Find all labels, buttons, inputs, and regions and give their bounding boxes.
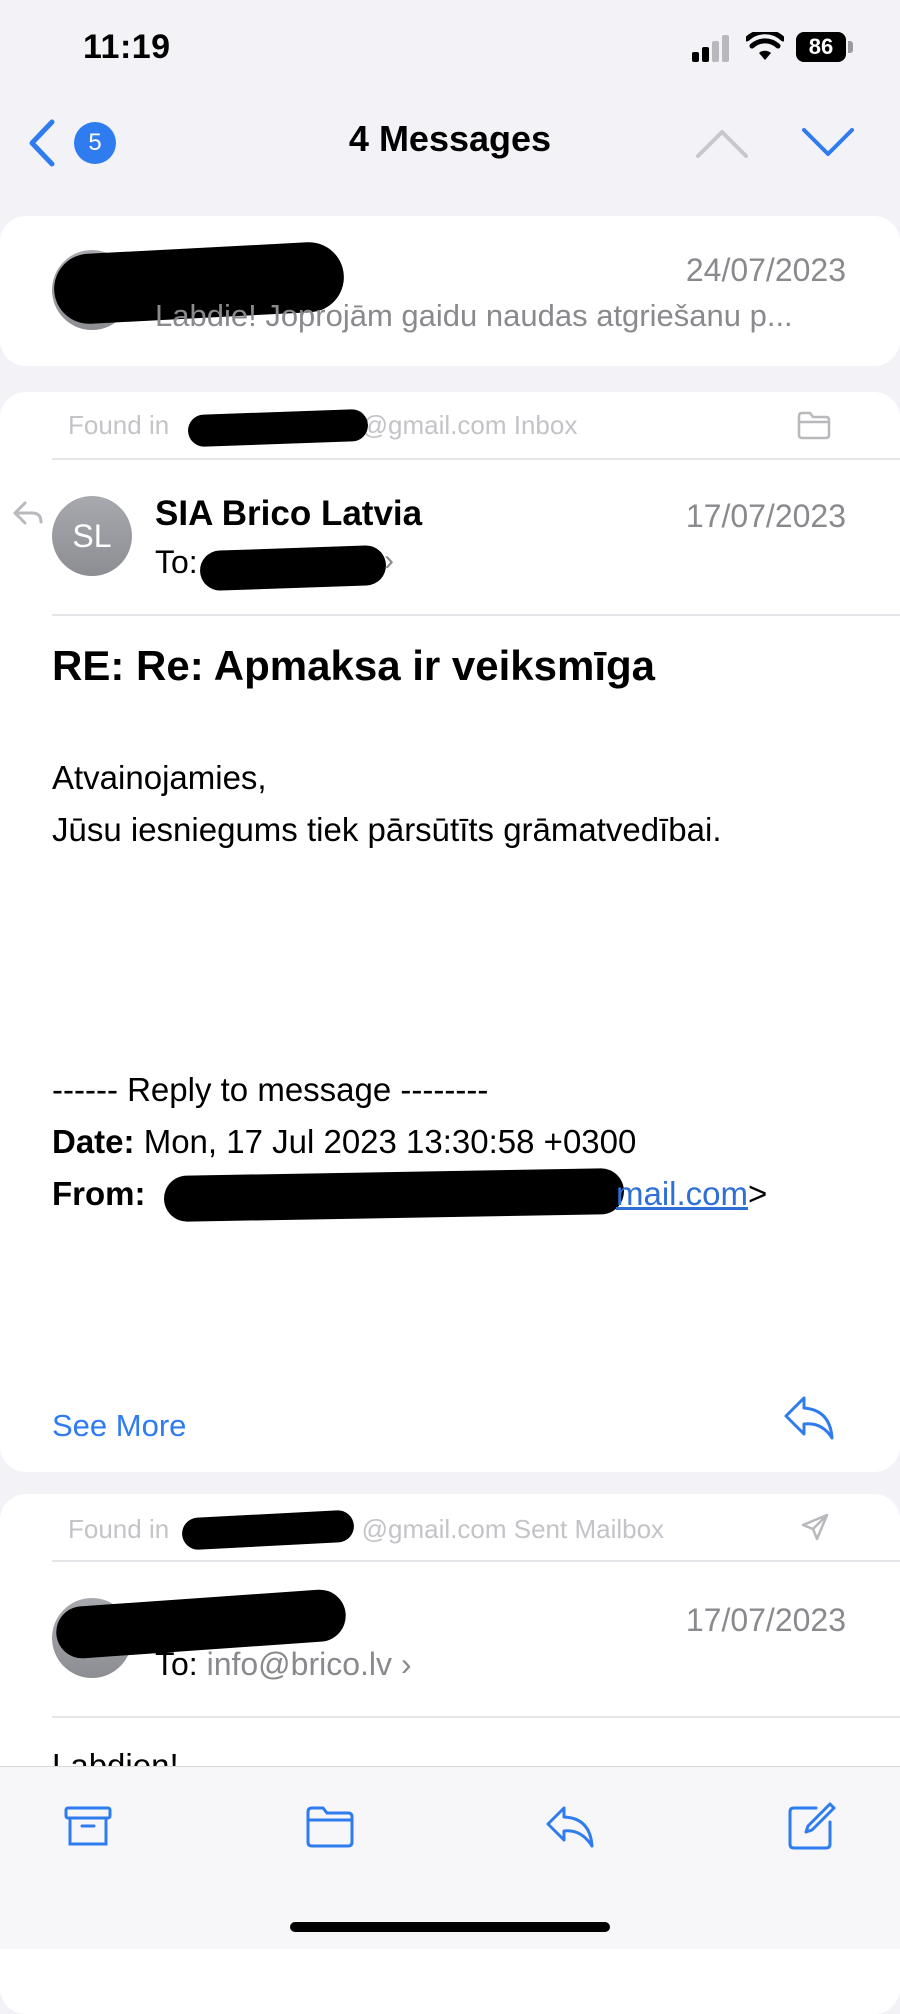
battery-icon: 86	[796, 32, 856, 62]
message-subject: RE: Re: Apmaksa ir veiksmīga	[52, 642, 656, 689]
reply-icon[interactable]	[782, 1394, 836, 1442]
folder-icon[interactable]	[796, 410, 832, 440]
chevron-right-icon[interactable]: ›	[384, 544, 394, 578]
nav-title: 4 Messages	[348, 118, 552, 159]
message-date: 17/07/2023	[685, 498, 846, 534]
to-label: To:	[155, 544, 198, 580]
redacted-account	[187, 408, 369, 448]
divider	[52, 1716, 900, 1718]
found-in-label: Found in @gmail.com Sent Mailbox	[68, 1514, 665, 1544]
folder-icon[interactable]	[304, 1800, 356, 1852]
quoted-date-line: Date: Mon, 17 Jul 2023 13:30:58 +0300	[52, 1123, 637, 1160]
message-body-line: Jūsu iesniegums tiek pārsūtīts grāmatved…	[52, 811, 722, 848]
redacted-recipient[interactable]	[199, 544, 387, 592]
from-address-link[interactable]: mail.com>	[616, 1168, 767, 1220]
see-more-link[interactable]: See More	[52, 1408, 186, 1444]
reply-header: ------ Reply to message --------	[52, 1071, 489, 1108]
avatar: SL	[52, 496, 132, 576]
to-line[interactable]: To: info@brico.lv ›	[155, 1646, 412, 1683]
status-time: 11:19	[83, 28, 171, 66]
quoted-from-line: From:	[52, 1175, 146, 1212]
divider	[52, 1560, 900, 1562]
battery-level: 86	[796, 32, 846, 62]
cellular-signal-icon	[692, 34, 734, 62]
chevron-up-icon[interactable]	[694, 126, 750, 160]
compose-icon[interactable]	[786, 1800, 838, 1852]
paper-plane-icon	[801, 1513, 829, 1541]
message-preview: Labdie! Joprojām gaidu naudas atgriešanu…	[155, 298, 793, 333]
home-indicator[interactable]	[290, 1922, 610, 1932]
message-date: 24/07/2023	[685, 252, 846, 288]
message-date: 17/07/2023	[685, 1602, 846, 1638]
redacted-from-address	[163, 1167, 625, 1223]
message-card-expanded	[0, 392, 900, 1472]
chevron-right-icon[interactable]: ›	[401, 1646, 412, 1682]
message-body-line: Atvainojamies,	[52, 759, 267, 796]
divider	[52, 614, 900, 616]
sender-name[interactable]: SIA Brico Latvia	[155, 494, 422, 534]
chevron-down-icon[interactable]	[800, 126, 856, 160]
wifi-icon	[746, 32, 784, 60]
replied-indicator-icon	[13, 501, 43, 525]
divider	[52, 458, 900, 460]
archive-icon[interactable]	[62, 1800, 114, 1852]
reply-icon[interactable]	[544, 1800, 596, 1852]
